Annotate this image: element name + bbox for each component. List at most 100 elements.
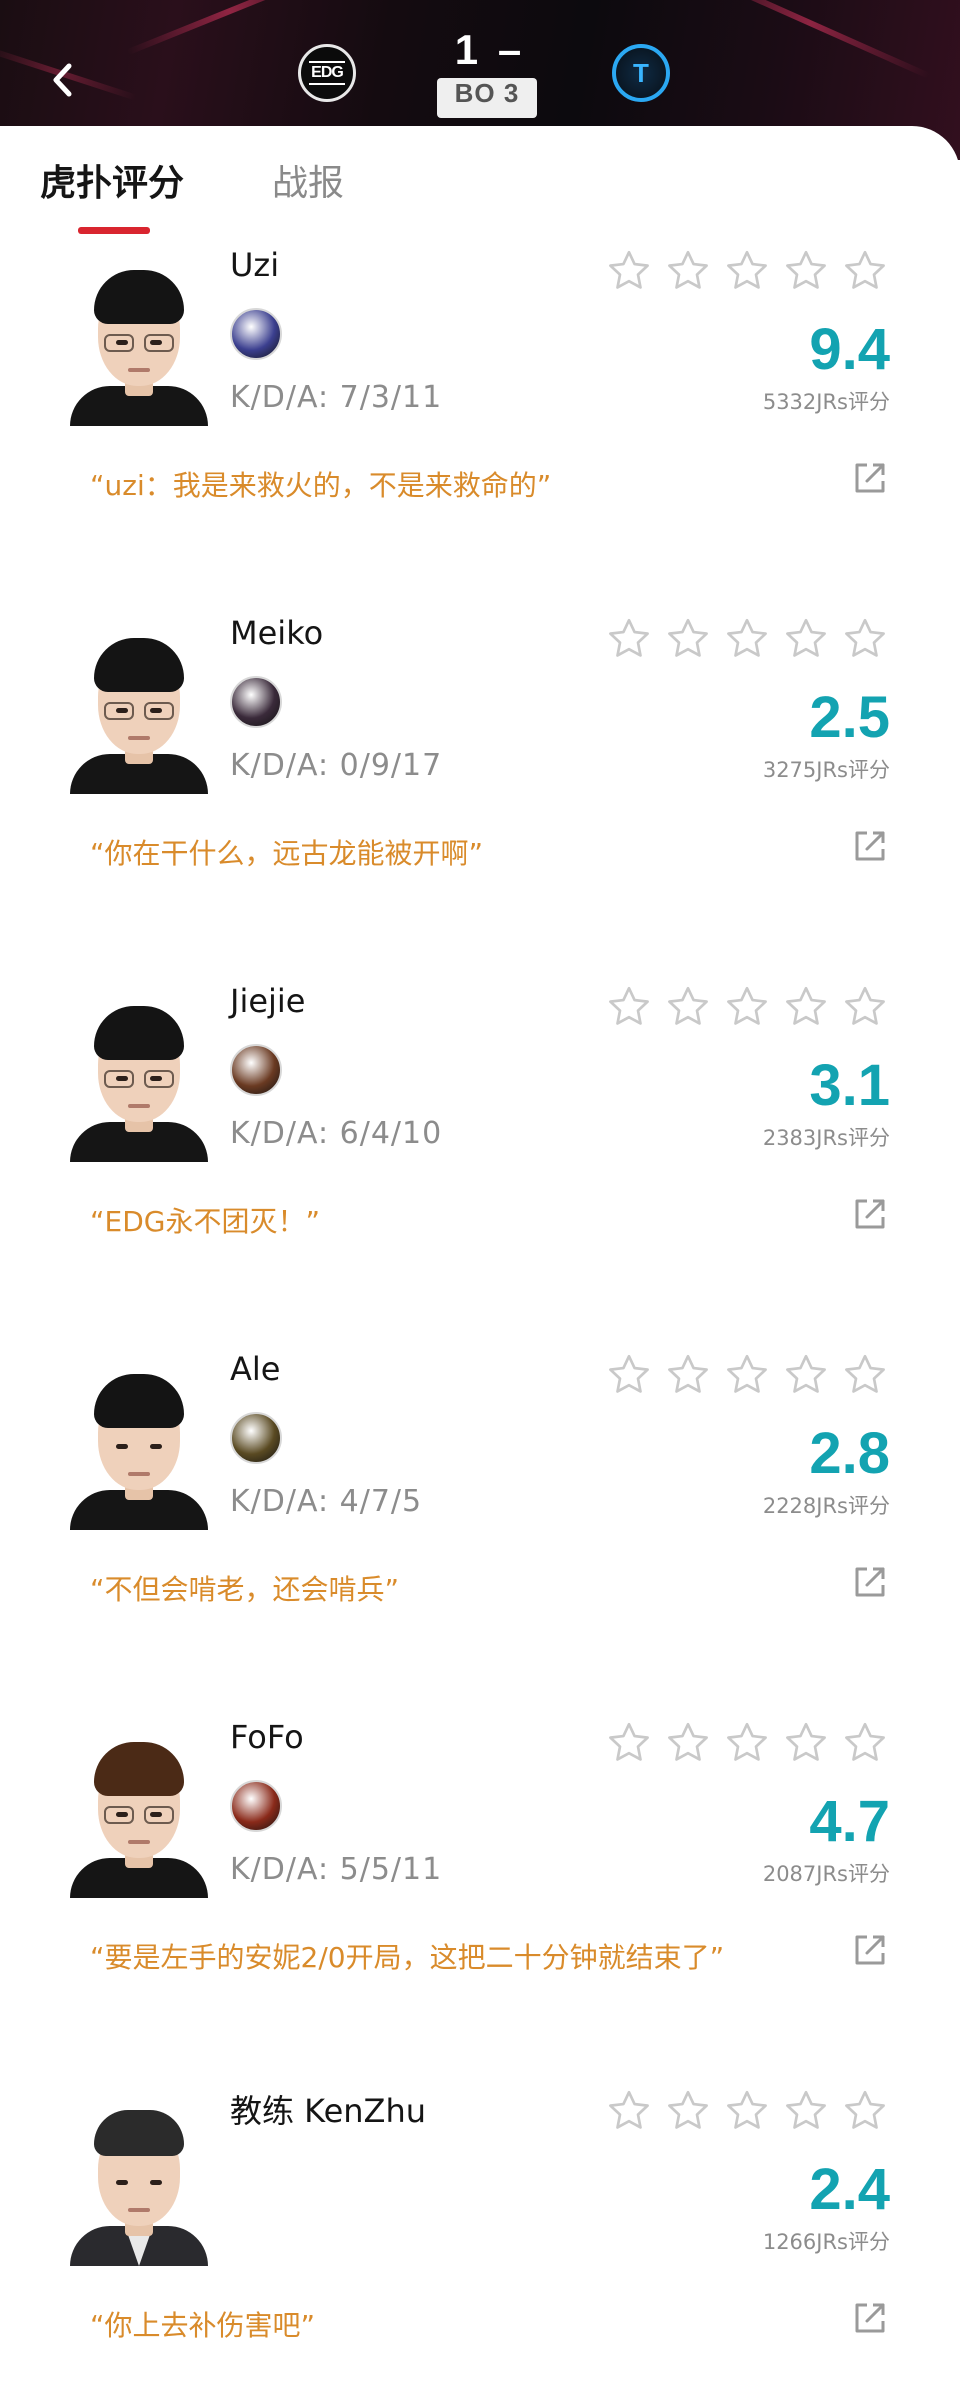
tab-hupu-rating[interactable]: 虎扑评分 bbox=[40, 154, 184, 206]
player-quote: “要是左手的安妮2/0开局，这把二十分钟就结束了” bbox=[90, 1941, 725, 1974]
series-format-badge: BO 3 bbox=[437, 78, 537, 118]
player-card-2: Jiejie K/D/A: 6/4/10 3.1 2383JRs评分 “EDG永… bbox=[0, 972, 960, 1340]
star-rating bbox=[606, 2088, 888, 2134]
share-button[interactable] bbox=[852, 1196, 888, 1232]
star-outline-icon[interactable] bbox=[606, 2088, 652, 2134]
player-avatar bbox=[70, 1730, 208, 1898]
star-outline-icon[interactable] bbox=[665, 1352, 711, 1398]
tab-match-report[interactable]: 战报 bbox=[272, 154, 344, 206]
star-outline-icon[interactable] bbox=[606, 1720, 652, 1766]
share-external-icon bbox=[855, 463, 885, 493]
champion-icon-annie bbox=[230, 1780, 282, 1832]
rating-count: 2383JRs评分 bbox=[762, 1126, 890, 1150]
share-external-icon bbox=[855, 1935, 885, 1965]
player-score: 2.5 bbox=[809, 685, 890, 750]
player-quote: “不但会啃老，还会啃兵” bbox=[90, 1573, 400, 1606]
star-outline-icon[interactable] bbox=[724, 1720, 770, 1766]
champion-icon-dark bbox=[230, 676, 282, 728]
player-score: 2.4 bbox=[809, 2157, 890, 2222]
star-rating bbox=[606, 248, 888, 294]
star-outline-icon[interactable] bbox=[724, 616, 770, 662]
player-kda: K/D/A: 6/4/10 bbox=[230, 1116, 443, 1151]
star-outline-icon[interactable] bbox=[606, 616, 652, 662]
rating-count: 1266JRs评分 bbox=[762, 2230, 890, 2254]
player-kda: K/D/A: 0/9/17 bbox=[230, 748, 443, 783]
star-outline-icon[interactable] bbox=[842, 2088, 888, 2134]
active-tab-indicator bbox=[78, 227, 150, 234]
team-logo-edg[interactable]: EDG bbox=[298, 44, 356, 102]
champion-icon-purple bbox=[230, 308, 282, 360]
star-outline-icon[interactable] bbox=[842, 984, 888, 1030]
star-outline-icon[interactable] bbox=[606, 248, 652, 294]
share-button[interactable] bbox=[852, 460, 888, 496]
star-outline-icon[interactable] bbox=[783, 1720, 829, 1766]
star-outline-icon[interactable] bbox=[724, 1352, 770, 1398]
share-external-icon bbox=[855, 2303, 885, 2333]
rating-count: 3275JRs评分 bbox=[762, 758, 890, 782]
star-outline-icon[interactable] bbox=[842, 1720, 888, 1766]
star-outline-icon[interactable] bbox=[665, 984, 711, 1030]
player-kda: K/D/A: 4/7/5 bbox=[230, 1484, 423, 1519]
player-name: FoFo bbox=[230, 1718, 304, 1756]
star-outline-icon[interactable] bbox=[606, 984, 652, 1030]
team-logo-opponent-text: T bbox=[633, 57, 649, 88]
team-logo-edg-text: EDG bbox=[309, 61, 345, 85]
player-quote: “你在干什么，远古龙能被开啊” bbox=[90, 837, 484, 870]
share-button[interactable] bbox=[852, 1932, 888, 1968]
champion-icon-monkey bbox=[230, 1044, 282, 1096]
star-outline-icon[interactable] bbox=[783, 2088, 829, 2134]
player-card-3: Ale K/D/A: 4/7/5 2.8 2228JRs评分 “不但会啃老，还会… bbox=[0, 1340, 960, 1708]
share-external-icon bbox=[855, 1199, 885, 1229]
star-rating bbox=[606, 616, 888, 662]
share-button[interactable] bbox=[852, 828, 888, 864]
champion-icon-olive bbox=[230, 1412, 282, 1464]
chevron-left-icon bbox=[53, 63, 72, 97]
star-outline-icon[interactable] bbox=[842, 1352, 888, 1398]
share-button[interactable] bbox=[852, 1564, 888, 1600]
player-score: 2.8 bbox=[809, 1421, 890, 1486]
content-sheet: 虎扑评分 战报 Uzi K/D/A: 7/3/11 9.4 5332JRs评分 … bbox=[0, 126, 960, 2396]
star-outline-icon[interactable] bbox=[724, 2088, 770, 2134]
tab-bar: 虎扑评分 战报 bbox=[0, 126, 960, 236]
star-outline-icon[interactable] bbox=[606, 1352, 652, 1398]
player-avatar bbox=[70, 2098, 208, 2266]
star-outline-icon[interactable] bbox=[842, 616, 888, 662]
player-name: Jiejie bbox=[230, 982, 306, 1020]
team-logo-opponent[interactable]: T bbox=[612, 44, 670, 102]
star-outline-icon[interactable] bbox=[783, 248, 829, 294]
player-kda: K/D/A: 7/3/11 bbox=[230, 380, 443, 415]
player-card-0: Uzi K/D/A: 7/3/11 9.4 5332JRs评分 “uzi：我是来… bbox=[0, 236, 960, 604]
player-name: Uzi bbox=[230, 246, 280, 284]
player-avatar bbox=[70, 994, 208, 1162]
player-name: 教练 KenZhu bbox=[230, 2092, 427, 2130]
share-button[interactable] bbox=[852, 2300, 888, 2336]
player-quote: “你上去补伤害吧” bbox=[90, 2309, 316, 2342]
star-outline-icon[interactable] bbox=[665, 616, 711, 662]
player-quote: “uzi：我是来救火的，不是来救命的” bbox=[90, 469, 552, 502]
player-score: 9.4 bbox=[809, 317, 890, 382]
player-card-1: Meiko K/D/A: 0/9/17 2.5 3275JRs评分 “你在干什么… bbox=[0, 604, 960, 972]
star-rating bbox=[606, 984, 888, 1030]
player-avatar bbox=[70, 1362, 208, 1530]
star-outline-icon[interactable] bbox=[724, 248, 770, 294]
star-outline-icon[interactable] bbox=[783, 1352, 829, 1398]
player-avatar bbox=[70, 258, 208, 426]
player-card-5: 教练 KenZhu 2.4 1266JRs评分 “你上去补伤害吧” bbox=[0, 2076, 960, 2396]
player-quote: “EDG永不团灭！” bbox=[90, 1205, 320, 1238]
star-outline-icon[interactable] bbox=[783, 984, 829, 1030]
player-card-4: FoFo K/D/A: 5/5/11 4.7 2087JRs评分 “要是左手的安… bbox=[0, 1708, 960, 2076]
star-outline-icon[interactable] bbox=[842, 248, 888, 294]
star-outline-icon[interactable] bbox=[665, 248, 711, 294]
star-outline-icon[interactable] bbox=[783, 616, 829, 662]
share-external-icon bbox=[855, 831, 885, 861]
player-score: 4.7 bbox=[809, 1789, 890, 1854]
rating-count: 2087JRs评分 bbox=[762, 1862, 890, 1886]
rating-count: 2228JRs评分 bbox=[762, 1494, 890, 1518]
back-button[interactable] bbox=[42, 58, 82, 102]
star-outline-icon[interactable] bbox=[665, 1720, 711, 1766]
player-avatar bbox=[70, 626, 208, 794]
player-kda: K/D/A: 5/5/11 bbox=[230, 1852, 443, 1887]
star-outline-icon[interactable] bbox=[724, 984, 770, 1030]
player-name: Ale bbox=[230, 1350, 281, 1388]
star-outline-icon[interactable] bbox=[665, 2088, 711, 2134]
